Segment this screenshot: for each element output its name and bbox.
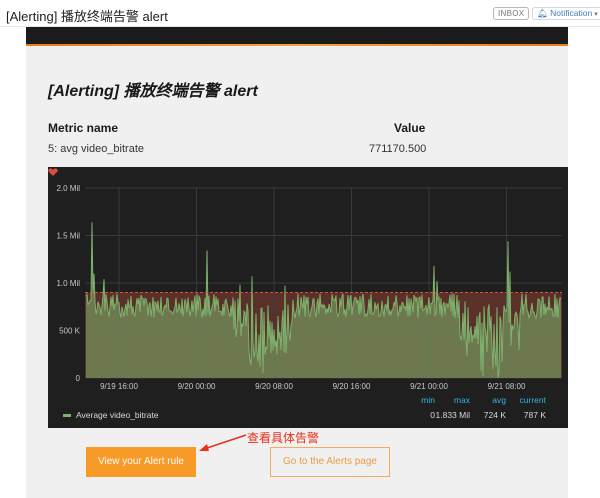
- notification-button[interactable]: 🔔︎ Notification ▾: [532, 7, 600, 20]
- header-accent-line: [26, 44, 568, 46]
- email-body: [Alerting] 播放终端告警 alert Metric name Valu…: [26, 27, 568, 498]
- x-tick-label: 9/20 08:00: [255, 382, 293, 391]
- notification-label: Notification: [550, 8, 593, 18]
- annotation-text: 查看具体告警: [247, 431, 320, 445]
- y-tick-label: 500 K: [59, 327, 81, 336]
- x-tick-label: 9/19 16:00: [100, 382, 138, 391]
- y-tick-label: 0: [76, 374, 81, 383]
- value-header: Value: [394, 121, 426, 135]
- legend-series-name: Average video_bitrate: [76, 410, 159, 420]
- y-tick-label: 2.0 Mil: [56, 184, 80, 193]
- x-tick-label: 9/20 00:00: [178, 382, 216, 391]
- graph-panel: 2.0 Mil 1.5 Mil 1.0 Mil 500 K 0 9/19 16:00 9/2…: [48, 167, 568, 428]
- y-tick-label: 1.5 Mil: [56, 232, 80, 241]
- metric-name-cell: 5: avg video_bitrate: [48, 143, 145, 155]
- x-tick-label: 9/21 00:00: [410, 382, 448, 391]
- go-to-alerts-button[interactable]: Go to the Alerts page: [270, 447, 390, 477]
- email-subject: [Alerting] 播放终端告警 alert: [6, 9, 168, 24]
- bitrate-chart: 2.0 Mil 1.5 Mil 1.0 Mil 500 K 0 9/19 16:00 9/2…: [56, 184, 562, 420]
- metric-value-cell: 771170.500: [369, 143, 427, 155]
- metric-name-header: Metric name: [48, 121, 119, 135]
- y-tick-label: 1.0 Mil: [56, 279, 80, 288]
- bell-icon: 🔔︎: [537, 8, 548, 18]
- legend-swatch: [63, 414, 71, 417]
- legend-stat-value: 1.833 Mil: [436, 410, 471, 420]
- legend-stat-header: avg: [492, 395, 506, 405]
- legend-stat-header: min: [421, 395, 435, 405]
- inbox-badge[interactable]: INBOX: [493, 7, 530, 20]
- x-tick-label: 9/20 16:00: [333, 382, 371, 391]
- email-header-banner: [26, 27, 568, 44]
- view-alert-rule-button[interactable]: View your Alert rule: [86, 447, 196, 477]
- annotation-arrow-icon: [199, 434, 247, 451]
- alert-heart-icon: [48, 168, 58, 176]
- alert-title: [Alerting] 播放终端告警 alert: [48, 83, 258, 100]
- legend-stat-header: max: [454, 395, 471, 405]
- legend-stat-header: current: [520, 395, 547, 405]
- legend-stat-value: 787 K: [524, 410, 547, 420]
- chevron-down-icon: ▾: [594, 11, 598, 18]
- email-toolbar: [Alerting] 播放终端告警 alert INBOX 🔔︎ Notific…: [0, 0, 600, 27]
- legend-stat-value: 724 K: [484, 410, 507, 420]
- x-tick-label: 9/21 08:00: [488, 382, 526, 391]
